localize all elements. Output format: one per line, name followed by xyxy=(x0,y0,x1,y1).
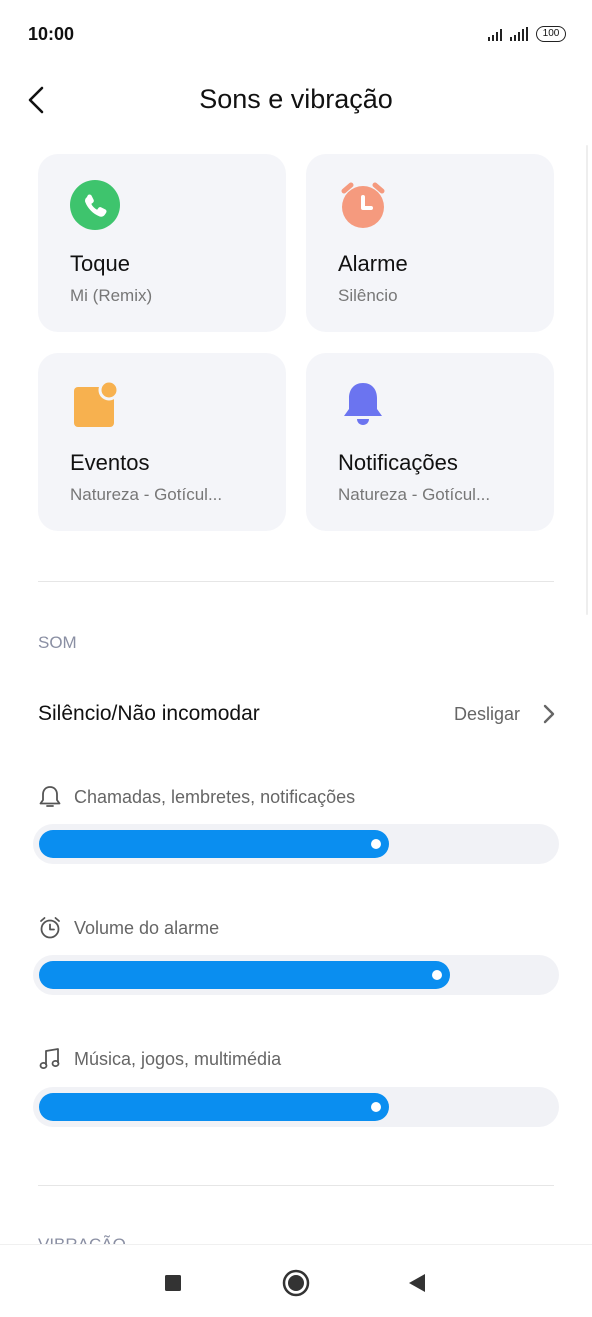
chevron-right-icon xyxy=(543,704,555,724)
do-not-disturb-value: Desligar xyxy=(453,704,520,724)
notifications-value: Natureza - Gotícul... xyxy=(338,485,491,504)
media-volume-label: Música, jogos, multimédia xyxy=(38,1044,281,1074)
home-button[interactable] xyxy=(276,1265,316,1301)
ring-volume-text: Chamadas, lembretes, notificações xyxy=(74,786,356,807)
events-value: Natureza - Gotícul... xyxy=(70,485,223,504)
events-card[interactable]: Eventos Natureza - Gotícul... xyxy=(38,353,286,531)
slider-knob[interactable] xyxy=(432,970,442,980)
notifications-title: Notificações xyxy=(338,450,458,475)
slider-knob[interactable] xyxy=(371,839,381,849)
music-note-icon xyxy=(39,1048,60,1069)
alarm-volume-label: Volume do alarme xyxy=(38,913,219,943)
signal-icon xyxy=(488,27,502,41)
slider-fill xyxy=(39,961,450,989)
media-volume-slider[interactable] xyxy=(33,1087,559,1127)
bell-icon xyxy=(336,377,390,431)
navigation-bar xyxy=(0,1244,592,1317)
page-title: Sons e vibração xyxy=(199,84,393,114)
bell-outline-icon xyxy=(39,786,61,807)
clock: 10:00 xyxy=(28,24,75,44)
slider-fill xyxy=(39,1093,389,1121)
events-title: Eventos xyxy=(70,450,150,475)
ring-volume-label: Chamadas, lembretes, notificações xyxy=(38,782,355,812)
recents-button[interactable] xyxy=(153,1265,193,1301)
status-icons: 100 xyxy=(488,25,566,43)
divider xyxy=(38,581,554,582)
alarm-title: Alarme xyxy=(338,251,408,276)
do-not-disturb-row[interactable]: Silêncio/Não incomodar Desligar xyxy=(0,690,592,742)
alarm-clock-icon xyxy=(336,178,390,232)
alarm-card[interactable]: Alarme Silêncio xyxy=(306,154,554,332)
section-label-sound: SOM xyxy=(38,633,77,652)
back-nav-button[interactable] xyxy=(397,1265,437,1301)
media-volume-text: Música, jogos, multimédia xyxy=(74,1048,282,1069)
phone-icon xyxy=(68,178,122,232)
notifications-card[interactable]: Notificações Natureza - Gotícul... xyxy=(306,353,554,531)
alarm-value: Silêncio xyxy=(338,286,398,305)
slider-fill xyxy=(39,830,389,858)
alarm-volume-slider[interactable] xyxy=(33,955,559,995)
alarm-clock-outline-icon xyxy=(40,917,60,939)
scroll-indicator xyxy=(586,145,588,615)
signal-icon xyxy=(510,27,528,41)
ring-volume-slider[interactable] xyxy=(33,824,559,864)
status-bar: 10:00 100 xyxy=(0,0,592,70)
triangle-back-icon xyxy=(409,1274,425,1292)
calendar-event-icon xyxy=(68,377,122,431)
square-icon xyxy=(165,1275,181,1291)
alarm-volume-text: Volume do alarme xyxy=(74,917,220,938)
ringtone-value: Mi (Remix) xyxy=(70,286,153,305)
do-not-disturb-label: Silêncio/Não incomodar xyxy=(38,702,260,725)
battery-icon: 100 xyxy=(536,26,566,42)
header: Sons e vibração xyxy=(0,70,592,130)
ringtone-title: Toque xyxy=(70,251,130,276)
divider xyxy=(38,1185,554,1186)
ringtone-card[interactable]: Toque Mi (Remix) xyxy=(38,154,286,332)
circle-home-icon xyxy=(282,1269,310,1297)
slider-knob[interactable] xyxy=(371,1102,381,1112)
